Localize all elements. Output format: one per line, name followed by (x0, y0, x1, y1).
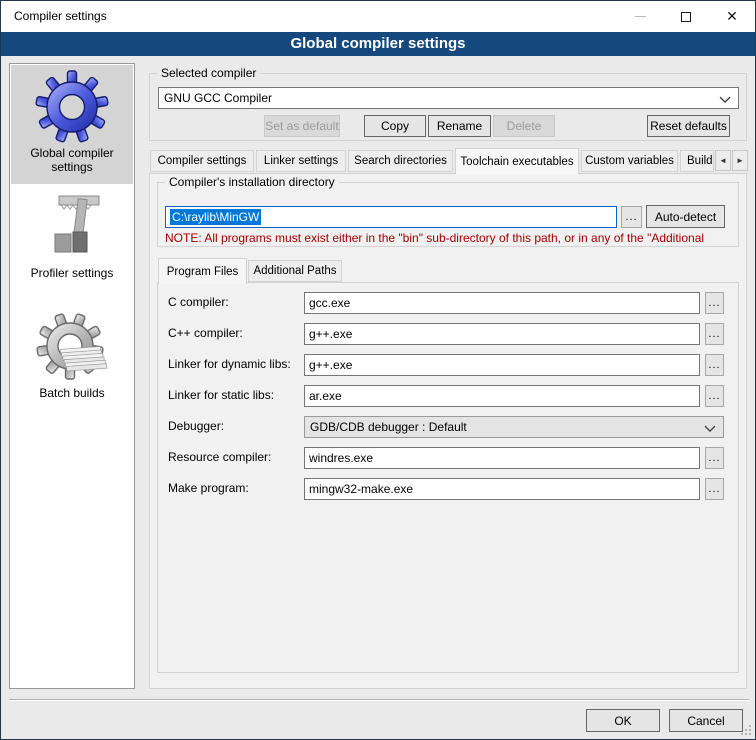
copy-button[interactable]: Copy (364, 115, 426, 137)
c-compiler-input[interactable] (304, 292, 700, 314)
browse-c-compiler-button[interactable]: ... (705, 292, 724, 314)
sidebar-item-label: Profiler settings (31, 266, 114, 280)
compiler-settings-dialog: Compiler settings ✕ Global compiler sett… (0, 0, 756, 740)
ok-button[interactable]: OK (586, 709, 660, 732)
footer-divider (9, 699, 749, 701)
reset-defaults-button[interactable]: Reset defaults (647, 115, 730, 137)
tab-custom-variables[interactable]: Custom variables (581, 150, 678, 172)
cpp-compiler-input[interactable] (304, 323, 700, 345)
chevron-down-icon (719, 92, 731, 106)
set-as-default-button[interactable]: Set as default (264, 115, 340, 137)
close-icon: ✕ (726, 8, 738, 25)
field-label: Debugger: (168, 419, 224, 433)
field-label: Make program: (168, 481, 249, 495)
close-button[interactable]: ✕ (709, 1, 755, 32)
browse-directory-button[interactable]: ... (621, 206, 642, 228)
group-label: Selected compiler (157, 66, 260, 80)
browse-linker-static-button[interactable]: ... (705, 385, 724, 407)
linker-dynamic-input[interactable] (304, 354, 700, 376)
tab-linker-settings[interactable]: Linker settings (256, 150, 346, 172)
selected-compiler-value: GNU GCC Compiler (164, 91, 272, 105)
resource-compiler-input[interactable] (304, 447, 700, 469)
tab-build-options[interactable]: Build options (680, 150, 714, 172)
tab-search-directories[interactable]: Search directories (348, 150, 453, 172)
program-tabstrip: Program Files Additional Paths (157, 258, 739, 284)
debugger-value: GDB/CDB debugger : Default (310, 420, 467, 434)
main-tabstrip: Compiler settings Linker settings Search… (149, 148, 749, 174)
maximize-button[interactable] (663, 1, 709, 32)
window-title: Compiler settings (14, 1, 107, 32)
note-text: NOTE: All programs must exist either in … (165, 231, 733, 245)
field-label: C compiler: (168, 295, 229, 309)
tab-program-files[interactable]: Program Files (158, 258, 247, 284)
sidebar-item-label: Global compiler settings (11, 146, 133, 174)
field-label: Resource compiler: (168, 450, 271, 464)
blue-gear-icon (35, 70, 109, 144)
minimize-icon (635, 16, 646, 17)
cancel-button[interactable]: Cancel (669, 709, 743, 732)
tab-additional-paths[interactable]: Additional Paths (248, 260, 342, 282)
resize-grip[interactable] (741, 725, 752, 736)
delete-button[interactable]: Delete (493, 115, 555, 137)
tab-scroll-right-button[interactable]: ► (732, 150, 748, 171)
chevron-down-icon (704, 421, 716, 435)
make-program-input[interactable] (304, 478, 700, 500)
debugger-dropdown[interactable]: GDB/CDB debugger : Default (304, 416, 724, 438)
group-label: Compiler's installation directory (165, 175, 339, 189)
installation-directory-value: C:\raylib\MinGW (170, 209, 261, 225)
sidebar-item-batch-builds[interactable]: Batch builds (11, 305, 133, 424)
tab-scroll-left-button[interactable]: ◄ (715, 150, 731, 171)
installation-directory-group: Compiler's installation directory C:\ray… (157, 182, 739, 247)
arrow-right-icon: ► (736, 156, 744, 165)
titlebar: Compiler settings ✕ (1, 1, 755, 32)
selected-compiler-dropdown[interactable]: GNU GCC Compiler (158, 87, 739, 109)
sidebar-item-label: Batch builds (39, 386, 104, 400)
caliper-icon (35, 190, 109, 264)
tab-compiler-settings[interactable]: Compiler settings (150, 150, 254, 172)
browse-linker-dynamic-button[interactable]: ... (705, 354, 724, 376)
gray-gear-stack-icon (35, 310, 109, 384)
maximize-icon (681, 12, 691, 22)
sidebar-item-global-compiler-settings[interactable]: Global compiler settings (11, 65, 133, 184)
browse-resource-compiler-button[interactable]: ... (705, 447, 724, 469)
selected-compiler-group: Selected compiler GNU GCC Compiler Set a… (149, 73, 747, 141)
field-label: Linker for static libs: (168, 388, 274, 402)
rename-button[interactable]: Rename (428, 115, 491, 137)
field-label: Linker for dynamic libs: (168, 357, 291, 371)
linker-static-input[interactable] (304, 385, 700, 407)
arrow-left-icon: ◄ (719, 156, 727, 165)
program-files-panel: C compiler: ... C++ compiler: ... Linker… (157, 282, 739, 673)
auto-detect-button[interactable]: Auto-detect (646, 205, 725, 228)
browse-cpp-compiler-button[interactable]: ... (705, 323, 724, 345)
installation-directory-input[interactable]: C:\raylib\MinGW (165, 206, 617, 228)
sidebar-item-profiler-settings[interactable]: Profiler settings (11, 185, 133, 304)
settings-sidebar: Global compiler settings Profiler settin… (9, 63, 135, 689)
minimize-button[interactable] (617, 1, 663, 32)
browse-make-program-button[interactable]: ... (705, 478, 724, 500)
page-title: Global compiler settings (1, 32, 755, 56)
field-label: C++ compiler: (168, 326, 243, 340)
tab-toolchain-executables[interactable]: Toolchain executables (455, 148, 579, 174)
